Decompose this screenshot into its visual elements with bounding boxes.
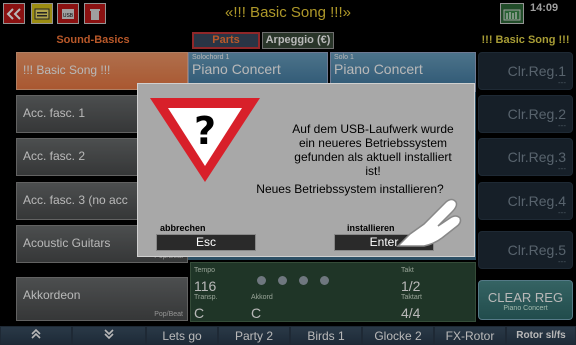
confirm-caption: installieren xyxy=(347,223,395,233)
svg-text:?: ? xyxy=(194,109,216,153)
pointing-hand-icon xyxy=(396,198,462,247)
esc-button[interactable]: Esc xyxy=(156,234,256,251)
dialog-message: Auf dem USB-Laufwerk wurde ein neueres B… xyxy=(292,122,454,178)
warning-icon: ? xyxy=(150,98,260,182)
update-dialog: ? Auf dem USB-Laufwerk wurde ein neueres… xyxy=(137,83,475,257)
cancel-caption: abbrechen xyxy=(160,223,206,233)
